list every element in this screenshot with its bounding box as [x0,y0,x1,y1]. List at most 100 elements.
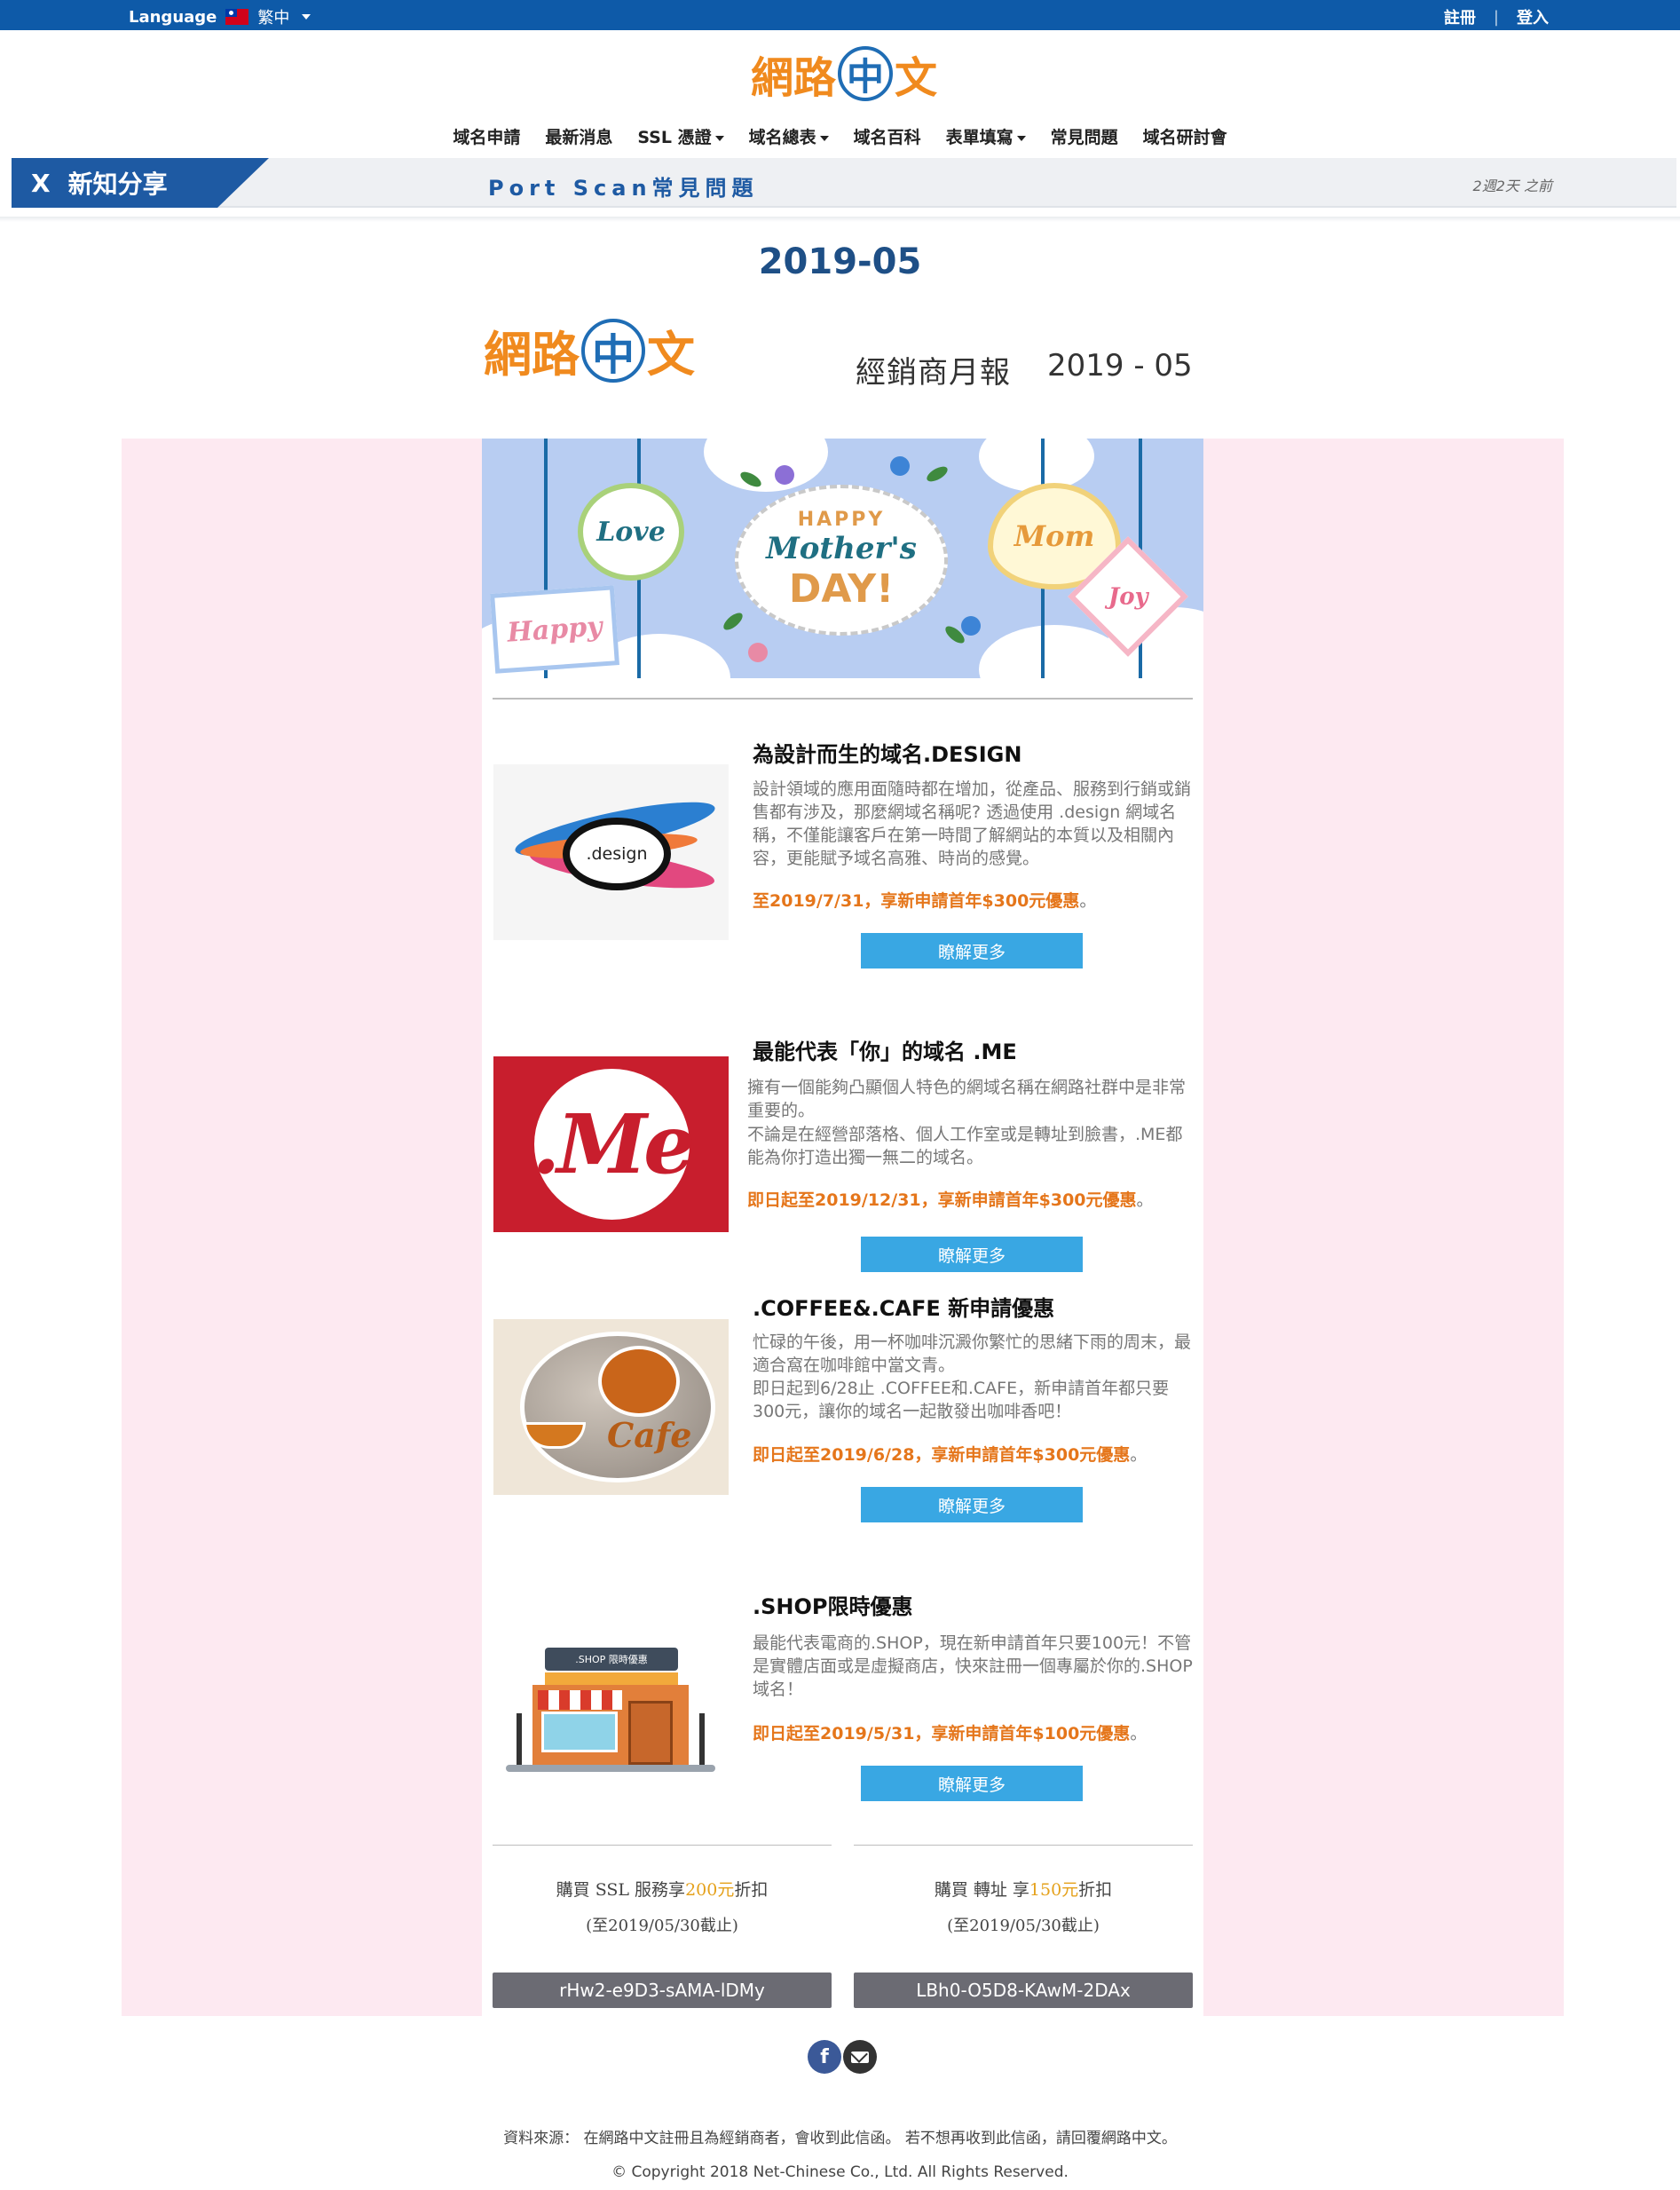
register-link[interactable]: 註冊 [1444,5,1476,28]
product-description: 最能代表電商的.SHOP，現在新申請首年只要100元！不管是實體店面或是虛擬商店… [753,1633,1193,1699]
coupon-prefix: 購買 SSL 服務享 [556,1880,686,1900]
chevron-down-icon [1016,135,1026,141]
promo-text: 即日起至2019/12/31，享新申請首年$300元優惠 [747,1190,1137,1210]
product-description-2: 即日起到6/28止 .COFFEE和.CAFE，新申請首年都只要300元，讓你的… [753,1379,1170,1421]
envelope-icon [851,2051,869,2063]
learn-more-button[interactable]: 瞭解更多 [861,1487,1083,1522]
email-icon[interactable] [843,2040,877,2074]
flower-icon [775,465,794,485]
me-logo: .Me [532,1069,696,1220]
language-value[interactable]: 繁中 [257,5,289,28]
promo-end: 。 [1079,891,1097,911]
joy-text: Joy [1108,582,1148,610]
learn-more-button[interactable]: 瞭解更多 [861,1766,1083,1801]
chevron-down-icon [819,135,829,141]
logo-text-1: 網路 [484,327,580,383]
coupon-suffix: 折扣 [734,1880,769,1900]
ticker-close-button[interactable]: X [31,169,51,198]
nav-item-news[interactable]: 最新消息 [545,124,612,148]
facebook-icon[interactable]: f [808,2040,841,2074]
coupon-redirect-note: (至2019/05/30截止) [947,1917,1100,1935]
logo-circle: 中 [838,46,894,101]
leaf-icon [721,610,745,633]
product-title: 最能代表「你」的域名 .ME [753,1040,1017,1064]
facebook-glyph: f [820,2045,829,2068]
language-label: Language [129,7,217,27]
chevron-down-icon [302,14,312,20]
copyright: © Copyright 2018 Net-Chinese Co., Ltd. A… [611,2163,1069,2181]
mothers-day-emblem: HAPPY Mother's DAY! [735,485,948,636]
cafe-word: Cafe [607,1415,692,1455]
me-domain-image: .Me [493,1056,729,1232]
learn-more-button[interactable]: 瞭解更多 [861,933,1083,969]
news-ticker: X 新知分享 Port Scan常見問題 2週2天 之前 [12,158,1676,208]
coupon-ssl-note: (至2019/05/30截止) [586,1917,738,1935]
product-promo: 至2019/7/31，享新申請首年$300元優惠。 [753,888,1096,912]
logo-circle: 中 [581,318,645,383]
top-bar: Language 繁中 註冊 | 登入 [0,0,1680,30]
taiwan-flag-icon [225,9,249,25]
nav-item-faq[interactable]: 常見問題 [1051,124,1118,148]
coupon-prefix: 購買 轉址 享 [934,1880,1029,1900]
shop-sign-text: .SHOP 限時優惠 [575,1654,648,1665]
nav-item-ssl[interactable]: SSL 憑證 [637,124,724,148]
product-title: 為設計而生的域名.DESIGN [753,742,1022,767]
coupon-divider [493,1845,832,1846]
product-title: .SHOP限時優惠 [753,1594,913,1619]
banner-happy: HAPPY [797,509,886,531]
nav-item-forms[interactable]: 表單填寫 [946,124,1026,148]
leaf-icon [924,463,950,485]
logo-text-1: 網路 [751,53,837,103]
logo-text-3: 文 [647,327,695,383]
banner-day: DAY! [788,566,895,612]
coupon-suffix: 折扣 [1078,1880,1113,1900]
coupon-divider [854,1845,1193,1846]
street-lamp-icon [517,1713,522,1767]
chevron-down-icon [714,135,724,141]
learn-more-button[interactable]: 瞭解更多 [861,1237,1083,1272]
promo-text: 即日起至2019/5/31，享新申請首年$100元優惠 [753,1724,1131,1743]
design-logo: .design [563,818,671,890]
design-logo-text: .design [586,844,648,864]
auth-links: 註冊 | 登入 [1444,5,1549,28]
coupon-redirect-code[interactable]: LBh0-O5D8-KAwM-2DAx [854,1973,1193,2008]
cloud-shape [704,439,828,492]
header-shadow [0,217,1680,222]
promo-text: 至2019/7/31，享新申請首年$300元優惠 [753,891,1080,911]
flower-icon [890,456,910,476]
promo-end: 。 [1130,1445,1148,1465]
promo-end: 。 [1136,1190,1154,1210]
login-link[interactable]: 登入 [1517,5,1549,28]
love-text: Love [596,516,666,548]
logo-text-2: 中 [591,329,635,380]
cafe-domain-image: Cafe [493,1319,729,1495]
nav-item-domain-apply[interactable]: 域名申請 [453,124,520,148]
cloud-shape [979,439,1094,492]
coupon-redirect-text: 購買 轉址 享150元折扣 [854,1877,1193,1901]
love-tag: Love [578,483,684,581]
footer-note: 資料來源： 在網路中文註冊且為經銷商者，會收到此信函。 若不想再收到此信函，請回… [503,2130,1177,2147]
coffee-pot-icon [598,1346,680,1417]
nav-item-seminar[interactable]: 域名研討會 [1143,124,1227,148]
shop-sign: .SHOP 限時優惠 [545,1648,678,1671]
coupon-ssl-code[interactable]: rHw2-e9D3-sAMA-lDMy [493,1973,832,2008]
nav-item-domain-list[interactable]: 域名總表 [749,124,829,148]
ticker-tag-label: 新知分享 [67,170,168,199]
promo-text: 即日起至2019/6/28，享新申請首年$300元優惠 [753,1445,1131,1465]
shop-door [628,1701,673,1765]
nav-item-domain-wiki[interactable]: 域名百科 [854,124,921,148]
design-domain-image: .design [493,764,729,940]
me-logo-text: .Me [532,1096,695,1192]
site-logo[interactable]: 網路 中 文 [751,43,937,105]
shop-awning-bar [545,1672,678,1685]
shop-awning [538,1690,622,1710]
street-lamp-icon [699,1713,705,1767]
coupon-amount: 200元 [685,1880,735,1900]
mothers-day-banner: HAPPY Mother's DAY! Love Happy Mom Joy [482,439,1203,678]
ticker-message[interactable]: Port Scan常見問題 [488,170,759,202]
mom-text: Mom [1014,519,1095,553]
language-selector[interactable]: Language 繁中 [129,5,312,28]
coupon-amount: 150元 [1029,1880,1079,1900]
happy-tag: Happy [490,585,619,674]
product-description: 忙碌的午後，用一杯咖啡沉澱你繁忙的思緒下雨的周末，最適合窩在咖啡館中當文青。 [753,1332,1192,1375]
